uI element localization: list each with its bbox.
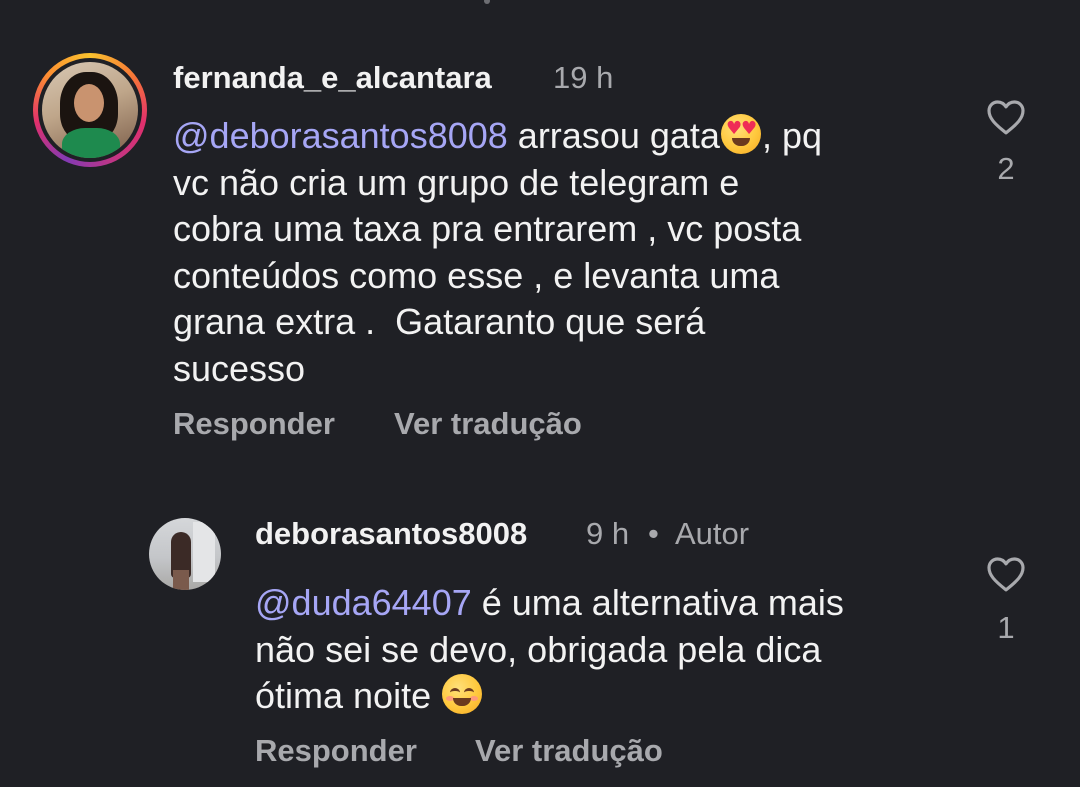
reply-button[interactable]: Responder bbox=[173, 406, 335, 442]
mention-link[interactable]: @deborasantos8008 bbox=[173, 115, 508, 156]
author-badge: Autor bbox=[675, 516, 750, 551]
comment-time: 19 h bbox=[553, 60, 614, 95]
heart-eyes-emoji-icon bbox=[720, 114, 761, 154]
comment-username[interactable]: fernanda_e_alcantara bbox=[173, 60, 492, 96]
avatar[interactable] bbox=[149, 518, 221, 590]
like-count: 2 bbox=[997, 151, 1015, 186]
mention-link[interactable]: @duda64407 bbox=[255, 582, 472, 623]
meta-separator: • bbox=[648, 516, 659, 551]
avatar bbox=[42, 62, 138, 158]
scroll-indicator-dot bbox=[484, 0, 490, 4]
comment-time: 9 h bbox=[586, 516, 630, 551]
translate-button[interactable]: Ver tradução bbox=[394, 406, 582, 442]
translate-button[interactable]: Ver tradução bbox=[475, 733, 663, 769]
heart-icon[interactable] bbox=[986, 98, 1026, 136]
smiling-emoji-icon bbox=[442, 674, 483, 714]
reply-button[interactable]: Responder bbox=[255, 733, 417, 769]
comment-text: arrasou gata bbox=[507, 115, 720, 156]
avatar-story-ring[interactable] bbox=[33, 53, 147, 167]
like-count: 1 bbox=[997, 610, 1015, 645]
comment-body: @deborasantos8008 arrasou gata, pq vc nã… bbox=[173, 113, 933, 392]
comment-text-continued: , pq vc não cria um grupo de telegram e … bbox=[173, 115, 822, 389]
comment-body: @duda64407 é uma alternativa mais não se… bbox=[255, 580, 1015, 720]
comment-username[interactable]: deborasantos8008 bbox=[255, 516, 527, 552]
heart-icon[interactable] bbox=[986, 555, 1026, 593]
